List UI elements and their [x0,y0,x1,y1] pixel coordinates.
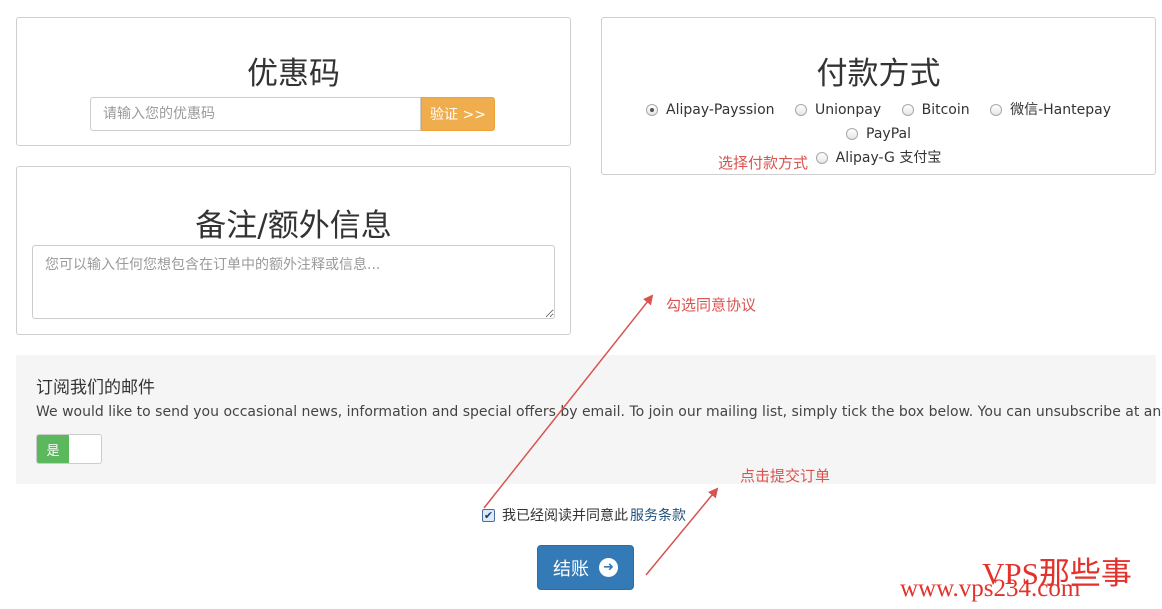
payment-method-panel: 付款方式 Alipay-Payssion Unionpay Bitcoin 微信… [601,17,1156,175]
agree-hint-annotation: 勾选同意协议 [666,296,757,314]
promo-title: 优惠码 [247,56,340,92]
validate-promo-button[interactable]: 验证 >> [421,97,495,131]
payment-options: Alipay-Payssion Unionpay Bitcoin 微信-Hant… [602,99,1155,171]
payment-hint-annotation: 选择付款方式 [718,154,809,172]
payment-title: 付款方式 [816,56,941,92]
notes-panel: 备注/额外信息 [16,166,571,335]
payment-option-label: Alipay-Payssion [666,102,775,118]
newsletter-toggle[interactable]: 是 [36,434,102,464]
toggle-on-label[interactable]: 是 [37,435,69,463]
payment-option-alipay-g[interactable]: Alipay-G 支付宝 [815,147,942,169]
notes-textarea[interactable] [32,245,555,319]
payment-option-label: Alipay-G 支付宝 [835,150,942,166]
radio-icon[interactable] [990,104,1003,116]
watermark-url: www.vps234.com [900,575,1081,602]
payment-option-wechat-hantepay[interactable]: 微信-Hantepay [990,99,1111,121]
payment-option-label: Bitcoin [921,102,970,118]
terms-agreement: ✔ 我已经阅读并同意此 服务条款 [482,505,686,525]
promo-code-input[interactable] [90,97,421,131]
radio-icon[interactable] [815,152,828,164]
payment-option-alipay-payssion[interactable]: Alipay-Payssion [646,99,775,121]
radio-icon[interactable] [846,128,859,140]
promo-code-panel: 优惠码 验证 >> [16,17,571,146]
submit-hint-annotation: 点击提交订单 [740,467,831,485]
radio-icon[interactable] [794,104,807,116]
checkout-label: 结账 [553,558,589,580]
promo-input-group: 验证 >> [90,97,495,131]
newsletter-section: 订阅我们的邮件 We would like to send you occasi… [16,355,1162,484]
radio-selected-icon[interactable] [646,104,658,116]
submit-arrow [645,487,719,576]
radio-icon[interactable] [901,104,914,116]
arrow-right-circle-icon: ➜ [599,558,618,577]
payment-option-bitcoin[interactable]: Bitcoin [901,99,970,121]
terms-text: 我已经阅读并同意此 [502,508,628,524]
checkout-button[interactable]: 结账 ➜ [537,545,634,590]
payment-option-label: Unionpay [814,102,882,118]
payment-option-paypal[interactable]: PayPal [846,123,911,145]
payment-option-label: PayPal [866,126,911,142]
newsletter-title: 订阅我们的邮件 [36,378,155,398]
payment-option-unionpay[interactable]: Unionpay [794,99,882,121]
newsletter-description: We would like to send you occasional new… [36,404,1162,420]
notes-title: 备注/额外信息 [195,208,392,244]
terms-checkbox[interactable]: ✔ [482,508,495,522]
terms-of-service-link[interactable]: 服务条款 [630,505,686,525]
payment-option-label: 微信-Hantepay [1010,102,1111,118]
